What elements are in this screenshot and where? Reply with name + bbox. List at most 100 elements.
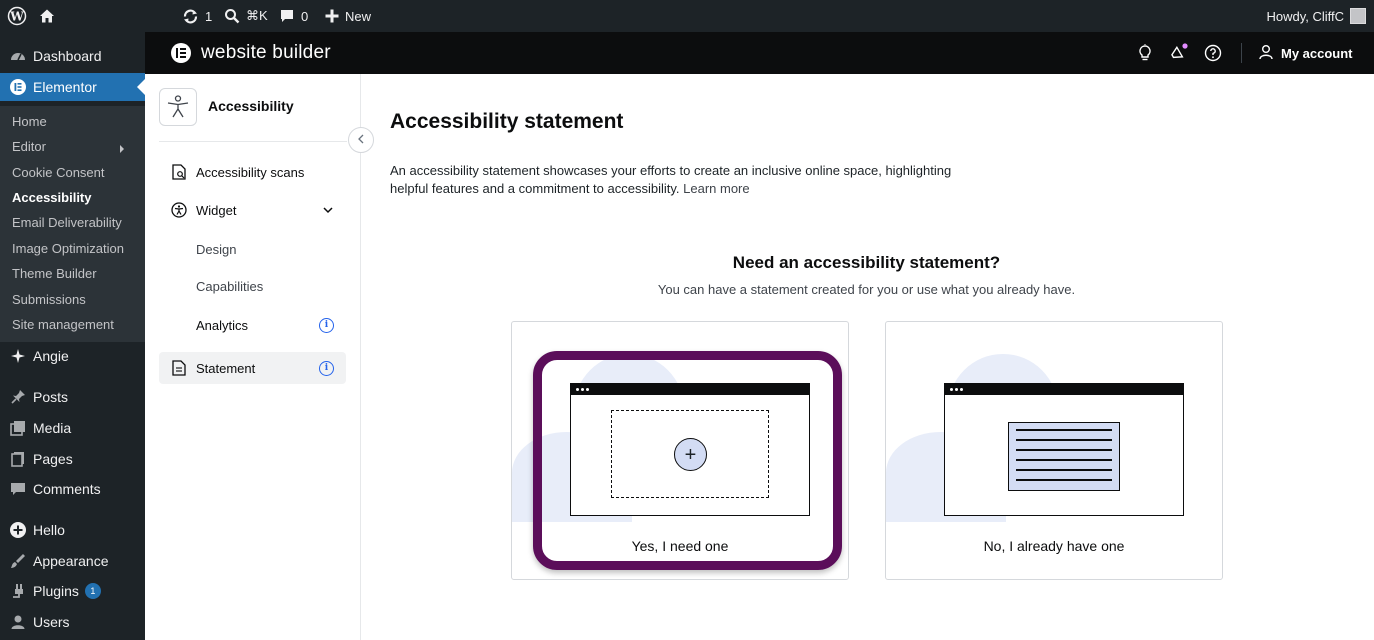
nav-statement[interactable]: Statement i — [159, 352, 346, 384]
option-label: No, I already have one — [983, 538, 1125, 554]
elementor-top-bar: website builder My account — [145, 32, 1374, 74]
help-icon[interactable] — [1203, 43, 1223, 63]
plus-circle-icon — [7, 521, 29, 539]
nav-analytics[interactable]: Analytics i — [159, 309, 346, 341]
refresh-icon — [182, 8, 199, 25]
search-button[interactable]: ⌘K — [224, 0, 268, 32]
pages-icon — [7, 450, 29, 468]
browser-title-bar — [571, 384, 809, 395]
accessibility-icon — [171, 202, 187, 218]
menu-comments[interactable]: Comments — [0, 474, 145, 504]
menu-posts[interactable]: Posts — [0, 382, 145, 412]
option-card-yes[interactable]: + Yes, I need one — [511, 321, 849, 580]
toolbar-divider — [1241, 43, 1242, 63]
submenu-accessibility[interactable]: Accessibility — [12, 190, 92, 205]
menu-media[interactable]: Media — [0, 413, 145, 443]
lightbulb-icon[interactable] — [1135, 43, 1155, 63]
submenu-site-management[interactable]: Site management — [12, 317, 114, 332]
description-text: An accessibility statement showcases you… — [390, 163, 952, 196]
sparkle-icon — [7, 347, 29, 365]
menu-hello[interactable]: Hello — [0, 515, 145, 545]
search-shortcut: ⌘K — [246, 8, 268, 23]
submenu-submissions[interactable]: Submissions — [12, 292, 86, 307]
caret-right-icon — [120, 145, 128, 153]
question-heading: Need an accessibility statement? — [732, 253, 1001, 272]
menu-label: Dashboard — [33, 48, 102, 64]
document-illustration — [1008, 422, 1120, 491]
submenu-editor[interactable]: Editor — [12, 139, 138, 154]
menu-label: Posts — [33, 389, 69, 405]
question-subtext: You can have a statement created for you… — [657, 282, 1076, 297]
nav-label: Widget — [196, 202, 237, 218]
menu-dashboard[interactable]: Dashboard — [0, 41, 145, 71]
info-icon[interactable]: i — [319, 317, 334, 333]
nav-capabilities[interactable]: Capabilities — [196, 279, 263, 294]
elementor-submenu: Home Editor Cookie Consent Accessibility… — [0, 106, 145, 342]
document-icon — [171, 360, 187, 376]
chevron-left-icon — [357, 131, 365, 149]
home-icon[interactable] — [38, 0, 56, 32]
user-icon — [7, 613, 29, 631]
elementor-icon — [7, 78, 29, 96]
menu-elementor[interactable]: Elementor — [0, 73, 145, 101]
menu-angie[interactable]: Angie — [0, 341, 145, 371]
menu-label: Appearance — [33, 553, 109, 569]
page-title: Accessibility statement — [390, 110, 624, 133]
comments-button[interactable]: 0 — [279, 0, 308, 32]
menu-users[interactable]: Users — [0, 607, 145, 637]
new-content-button[interactable]: New — [325, 0, 371, 32]
divider — [159, 141, 347, 142]
app-title: website builder — [201, 42, 331, 63]
search-icon — [224, 8, 240, 24]
option-label: Yes, I need one — [631, 538, 729, 554]
svg-text:W: W — [9, 10, 24, 24]
nav-design[interactable]: Design — [196, 242, 236, 257]
info-icon[interactable]: i — [319, 360, 334, 376]
menu-appearance[interactable]: Appearance — [0, 546, 145, 576]
comment-icon — [7, 480, 29, 498]
new-label: New — [345, 8, 372, 24]
submenu-email-deliverability[interactable]: Email Deliverability — [12, 215, 122, 230]
nav-label: Accessibility scans — [196, 164, 305, 180]
user-icon — [1259, 44, 1273, 63]
collapse-sidebar-button[interactable] — [348, 127, 374, 153]
menu-label: Elementor — [33, 79, 97, 95]
nav-widget[interactable]: Widget — [159, 194, 346, 226]
learn-more-link[interactable]: Learn more — [683, 181, 749, 196]
my-account-menu[interactable]: Howdy, CliffC — [1266, 0, 1366, 32]
avatar — [1350, 8, 1366, 24]
option-card-no[interactable]: No, I already have one — [885, 321, 1223, 580]
chevron-down-icon[interactable] — [322, 206, 334, 214]
menu-label: Pages — [33, 451, 73, 467]
megaphone-icon[interactable] — [1169, 43, 1189, 63]
nav-label: Analytics — [196, 317, 249, 333]
admin-menu: Dashboard Elementor Home Editor Cookie C… — [0, 32, 145, 640]
comments-count: 0 — [301, 8, 309, 24]
nav-accessibility-scans[interactable]: Accessibility scans — [159, 156, 346, 188]
menu-pages[interactable]: Pages — [0, 444, 145, 474]
browser-window-illustration — [944, 383, 1184, 516]
pin-icon — [7, 388, 29, 406]
submenu-cookie-consent[interactable]: Cookie Consent — [12, 165, 105, 180]
howdy-text: Howdy, CliffC — [1266, 8, 1344, 24]
plus-icon — [325, 9, 339, 23]
menu-label: Hello — [33, 522, 65, 538]
menu-plugins[interactable]: Plugins 1 — [0, 576, 145, 606]
brush-icon — [7, 552, 29, 570]
updates-count: 1 — [205, 8, 213, 24]
wordpress-logo-icon[interactable]: W — [7, 0, 27, 32]
menu-label: Media — [33, 420, 72, 436]
accessibility-sidebar: Accessibility Accessibility scans Widget… — [145, 74, 361, 640]
updates-button[interactable]: 1 — [182, 0, 212, 32]
submenu-theme-builder[interactable]: Theme Builder — [12, 266, 97, 281]
submenu-label: Editor — [12, 139, 46, 154]
media-icon — [7, 419, 29, 437]
my-account-button[interactable]: My account — [1259, 44, 1353, 63]
submenu-image-optimization[interactable]: Image Optimization — [12, 241, 124, 256]
submenu-home[interactable]: Home — [12, 114, 47, 129]
elementor-logo-icon — [171, 43, 191, 63]
menu-label: Users — [33, 614, 70, 630]
page-description: An accessibility statement showcases you… — [390, 162, 970, 198]
dashboard-icon — [7, 47, 29, 65]
comment-icon — [279, 8, 295, 24]
